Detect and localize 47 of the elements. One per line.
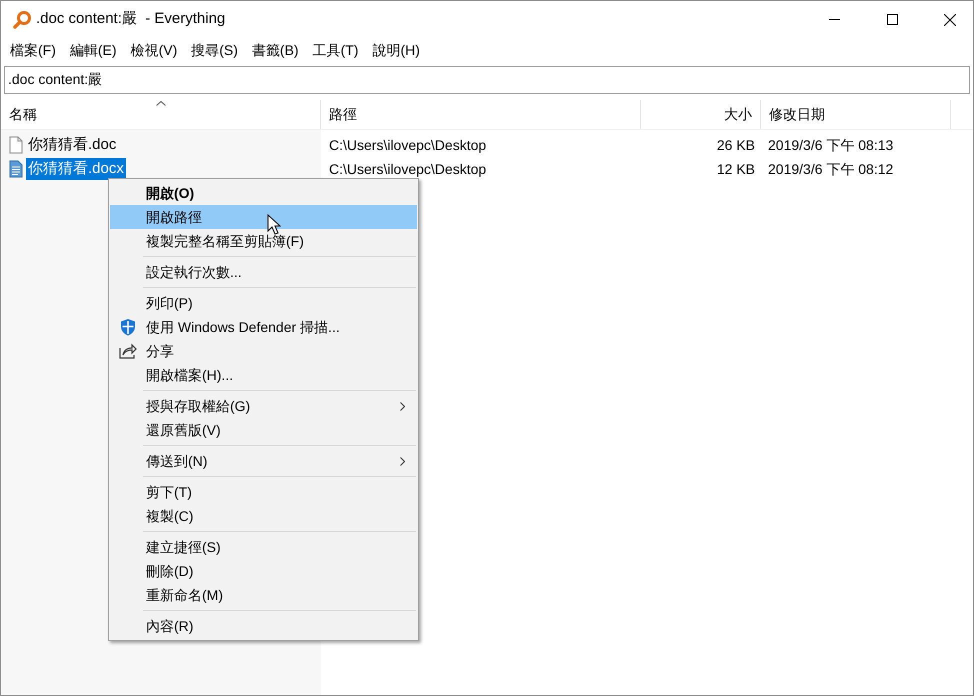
context-menu-item[interactable]: 授與存取權給(G) [110,394,417,418]
context-menu-item[interactable]: 內容(R) [110,614,417,638]
table-cell-text: 26 KB [716,136,756,154]
column-header[interactable]: 名稱 [1,100,321,129]
context-menu-item[interactable]: 建立捷徑(S) [110,535,417,559]
context-menu-item[interactable]: 剪下(T) [110,480,417,504]
file-name[interactable]: 你猜猜看.docx [26,158,126,180]
context-menu-item[interactable]: 使用 Windows Defender 掃描... [110,315,417,339]
context-menu-item[interactable]: 分享 [110,339,417,363]
window-title: .doc content:嚴 - Everything [36,9,226,30]
table-cell-text: 2019/3/6 下午 08:13 [767,136,894,154]
context-menu-item[interactable]: 複製(C) [110,504,417,528]
context-menu-item[interactable]: 複製完整名稱至剪貼簿(F) [110,229,417,253]
context-menu-item[interactable]: 開啟(O) [110,181,417,205]
context-menu-item[interactable]: 重新命名(M) [110,583,417,607]
column-header[interactable]: 路徑 [321,100,641,129]
document-icon [9,160,23,178]
context-menu-item[interactable]: 列印(P) [110,291,417,315]
context-menu-item[interactable]: 刪除(D) [110,559,417,583]
column-header[interactable]: 大小 [641,100,761,129]
menu-item[interactable]: 檢視(V) [124,40,184,61]
context-menu-item[interactable]: 開啟檔案(H)... [110,363,417,387]
menu-item[interactable]: 搜尋(S) [184,40,245,61]
magnifier-icon [12,10,32,30]
menu-item[interactable]: 編輯(E) [62,40,124,61]
menu-item[interactable]: 書籤(B) [244,40,306,61]
document-icon [9,136,23,154]
menu-item[interactable]: 工具(T) [306,40,366,61]
share-icon [119,343,137,359]
shield-icon [119,318,137,336]
table-cell-text: C:\Users\ilovepc\Desktop [328,160,488,179]
menu-item[interactable]: 說明(H) [365,40,427,61]
mouse-pointer-icon [267,214,281,236]
context-menu-item[interactable]: 傳送到(N) [110,449,417,473]
maximize-icon[interactable] [886,14,898,25]
table-cell-text: 2019/3/6 下午 08:12 [767,160,894,178]
table-cell-text: C:\Users\ilovepc\Desktop [328,136,488,155]
context-menu-item[interactable]: 還原舊版(V) [110,418,417,442]
context-menu-item[interactable]: 開啟路徑 [110,205,417,229]
close-icon[interactable] [944,14,956,26]
table-cell-text: 12 KB [716,160,756,178]
context-menu-item[interactable]: 設定執行次數... [110,260,417,284]
column-header[interactable]: 修改日期 [761,100,951,129]
file-name[interactable]: 你猜猜看.doc [26,134,118,156]
search-field[interactable]: .doc content:嚴 [4,66,970,94]
menu-item[interactable]: 檔案(F) [3,40,63,61]
minimize-icon[interactable] [828,19,840,20]
